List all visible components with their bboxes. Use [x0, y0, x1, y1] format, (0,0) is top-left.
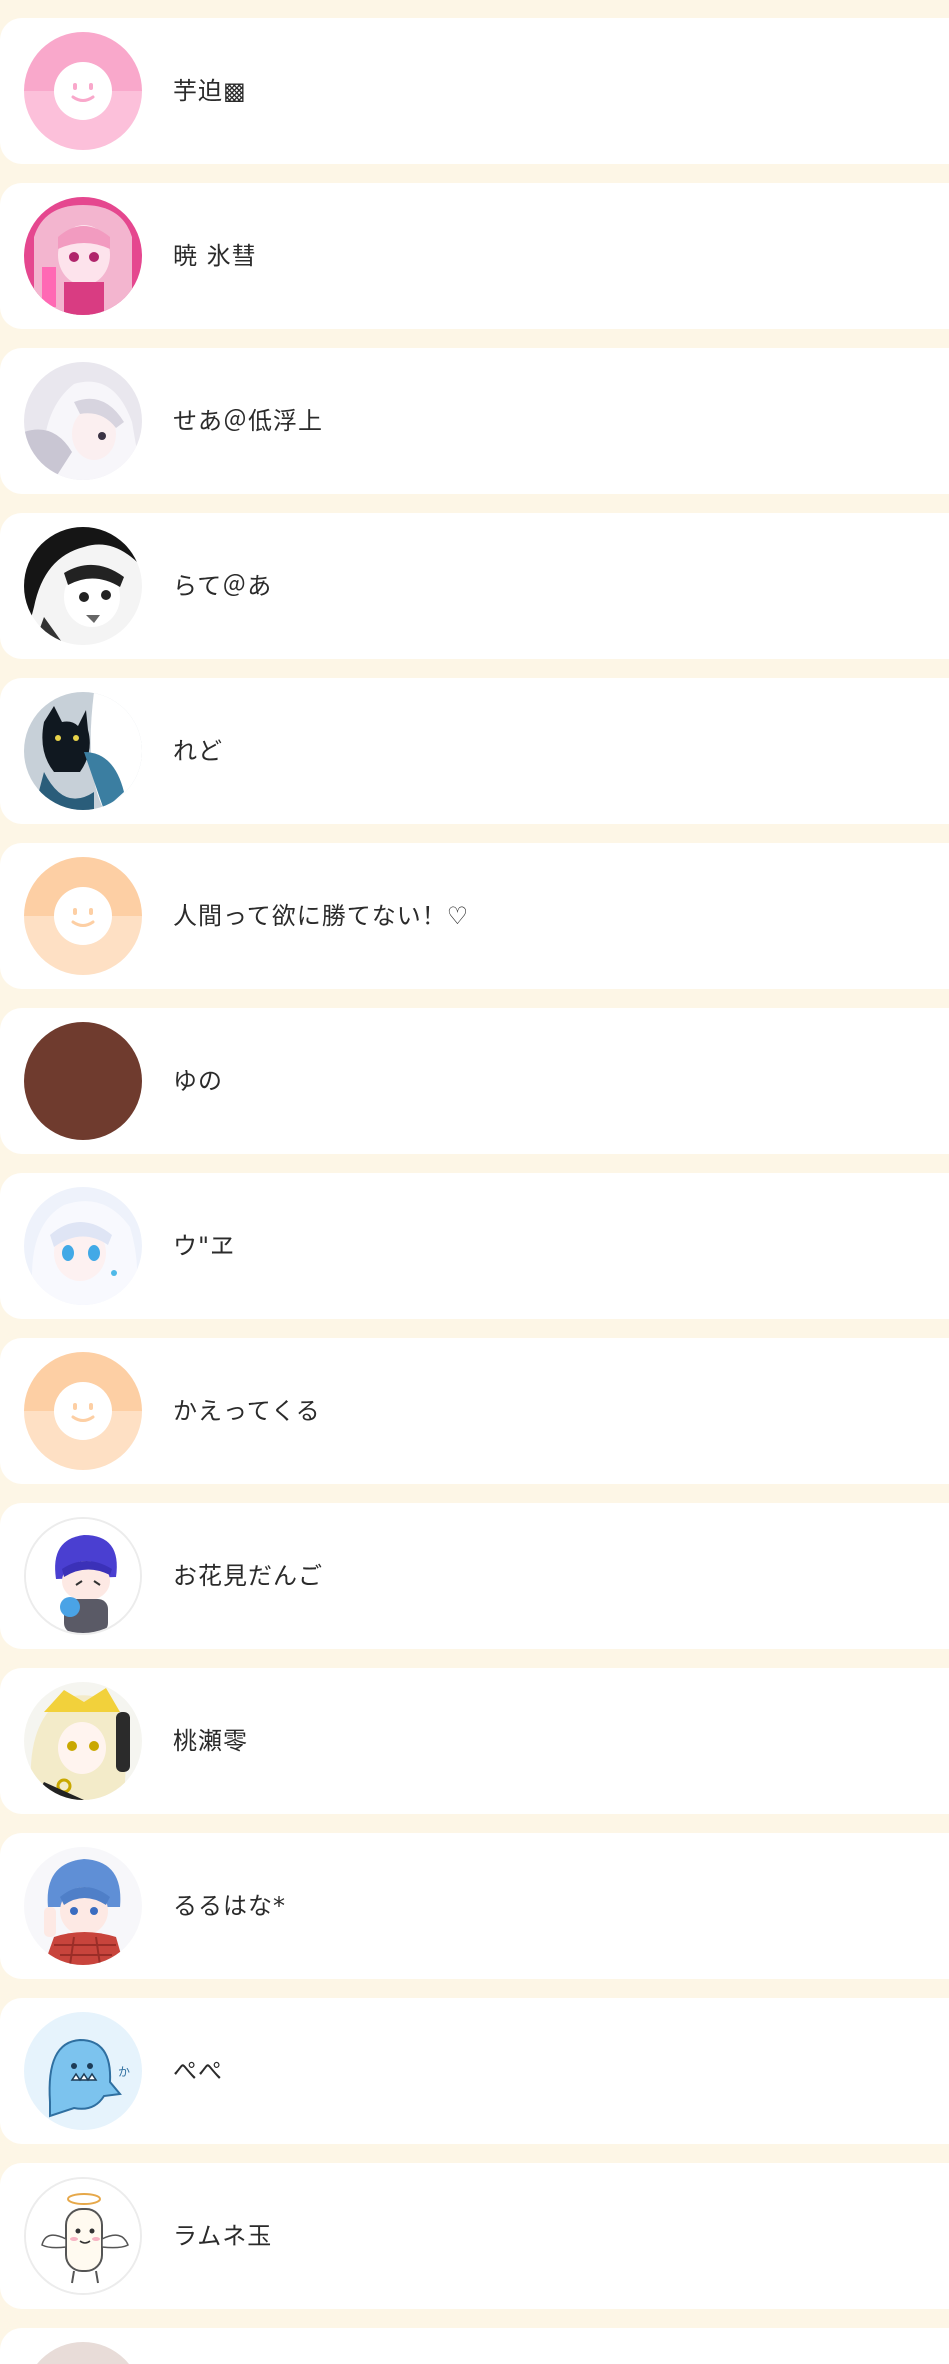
user-name: 暁 氷彗	[173, 242, 257, 270]
user-row[interactable]: せあ＠低浮上	[0, 348, 949, 494]
user-row[interactable]: 人間って欲に勝てない！♡	[0, 843, 949, 989]
user-row[interactable]	[0, 2328, 949, 2364]
user-name: ゆの	[173, 1067, 223, 1095]
user-row[interactable]: るるはな*	[0, 1833, 949, 1979]
user-row[interactable]: ゆの	[0, 1008, 949, 1154]
user-avatar-icon[interactable]	[24, 2342, 142, 2364]
default-face-icon	[24, 1352, 142, 1470]
anime-blue-hair-icon	[24, 1847, 142, 1965]
default-face-icon	[24, 857, 142, 975]
user-name: らて＠あ	[173, 572, 273, 600]
black-cat-icon	[24, 692, 142, 810]
user-name: ラムネ玉	[173, 2222, 273, 2250]
user-name: 桃瀬零	[173, 1727, 248, 1755]
default-avatar-icon[interactable]	[24, 32, 142, 150]
solid-brown-icon	[24, 1022, 142, 1140]
chibi-character-icon	[26, 1519, 140, 1633]
user-row[interactable]: 桃瀬零	[0, 1668, 949, 1814]
user-name: お花見だんご	[173, 1562, 323, 1590]
user-avatar-icon[interactable]	[24, 1517, 142, 1635]
user-list: 芋迫▩ 暁 氷彗 せあ＠低浮上 らて＠あ れど 人間って欲に勝てない！♡ ゆの …	[0, 0, 949, 2364]
user-avatar-icon[interactable]	[24, 362, 142, 480]
ghost-doodle-icon: か	[24, 2012, 142, 2130]
default-face-icon	[24, 32, 142, 150]
default-avatar-icon[interactable]	[24, 857, 142, 975]
user-name: 人間って欲に勝てない！♡	[173, 902, 470, 930]
partial-avatar-icon	[24, 2342, 142, 2364]
user-row[interactable]: 芋迫▩	[0, 18, 949, 164]
user-row[interactable]: 暁 氷彗	[0, 183, 949, 329]
user-avatar-icon[interactable]	[24, 1187, 142, 1305]
user-avatar-icon[interactable]: か	[24, 2012, 142, 2130]
user-name: るるはな*	[173, 1892, 286, 1920]
user-row[interactable]: か ぺぺ	[0, 1998, 949, 2144]
user-name: れど	[173, 737, 223, 765]
user-avatar-icon[interactable]	[24, 1022, 142, 1140]
user-avatar-icon[interactable]	[24, 527, 142, 645]
anime-blonde-icon	[24, 1682, 142, 1800]
user-row[interactable]: かえってくる	[0, 1338, 949, 1484]
anime-girl-blue-eyes-icon	[24, 1187, 142, 1305]
user-avatar-icon[interactable]	[24, 2177, 142, 2295]
user-avatar-icon[interactable]	[24, 692, 142, 810]
user-avatar-icon[interactable]	[24, 197, 142, 315]
user-name: せあ＠低浮上	[173, 407, 323, 435]
user-row[interactable]: お花見だんご	[0, 1503, 949, 1649]
user-row[interactable]: ウ"ヱ	[0, 1173, 949, 1319]
anime-girl-white-hair-icon	[24, 362, 142, 480]
user-name: ウ"ヱ	[173, 1232, 236, 1260]
user-row[interactable]: らて＠あ	[0, 513, 949, 659]
user-name: 芋迫▩	[173, 77, 247, 105]
svg-text:か: か	[118, 2065, 130, 2079]
monochrome-manga-icon	[24, 527, 142, 645]
angel-doodle-icon	[26, 2179, 140, 2293]
anime-girl-pink-icon	[24, 197, 142, 315]
user-row[interactable]: ラムネ玉	[0, 2163, 949, 2309]
user-row[interactable]: れど	[0, 678, 949, 824]
user-avatar-icon[interactable]	[24, 1682, 142, 1800]
user-name: ぺぺ	[173, 2057, 223, 2085]
default-avatar-icon[interactable]	[24, 1352, 142, 1470]
user-name: かえってくる	[173, 1397, 321, 1425]
user-avatar-icon[interactable]	[24, 1847, 142, 1965]
